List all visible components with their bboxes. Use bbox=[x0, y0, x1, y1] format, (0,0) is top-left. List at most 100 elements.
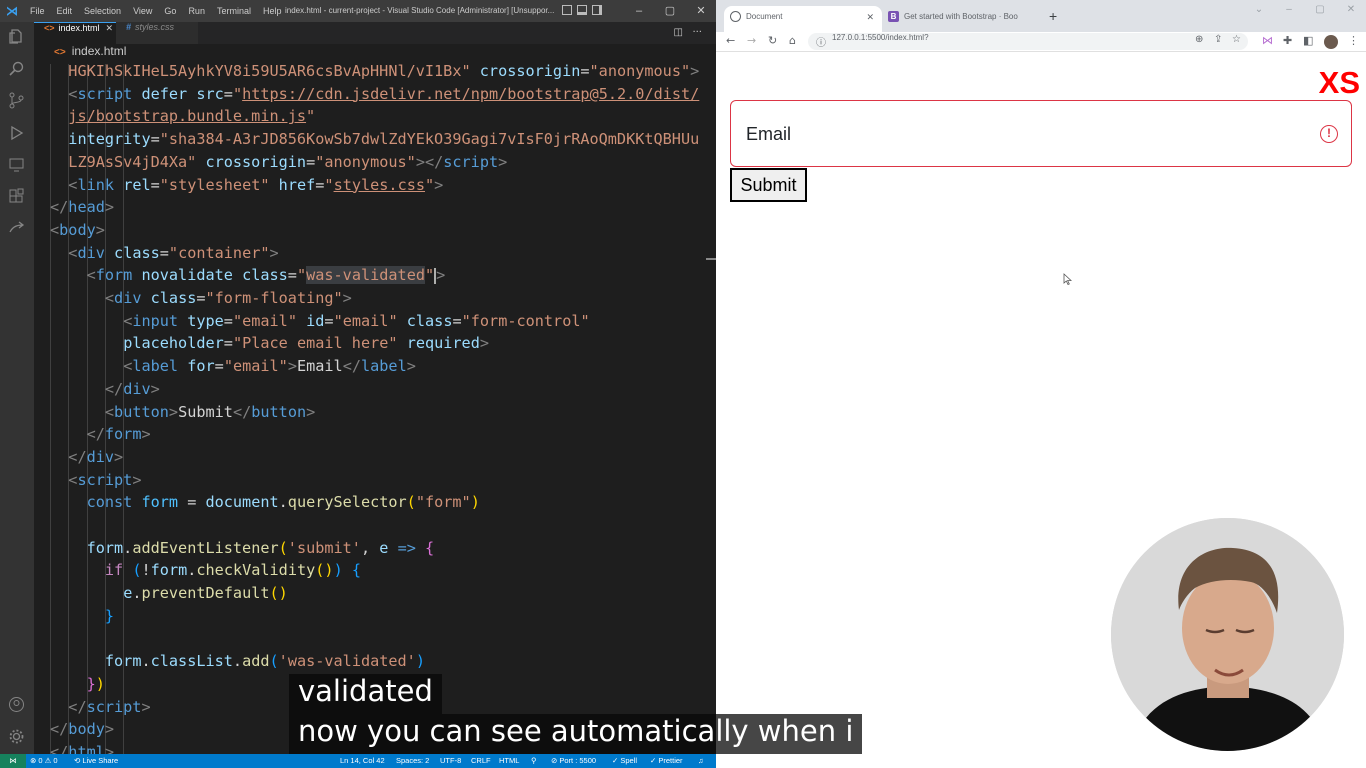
zoom-icon[interactable]: ⊕ bbox=[1195, 34, 1203, 45]
back-arrow-icon[interactable]: ← bbox=[726, 34, 735, 47]
close-tab-icon[interactable]: ✕ bbox=[866, 6, 874, 28]
code-line[interactable]: HGKIhSkIHeL5AyhkYV8i59U5AR6csBvApHHNl/vI… bbox=[68, 64, 699, 82]
code-line[interactable]: <script> bbox=[68, 469, 141, 491]
code-line[interactable]: form.addEventListener('submit', e => { bbox=[87, 537, 435, 559]
maximize-button[interactable]: ▢ bbox=[655, 0, 685, 22]
explorer-icon[interactable] bbox=[8, 28, 25, 45]
line-ending[interactable]: CRLF bbox=[471, 754, 491, 768]
prettier-status[interactable]: ✓ Prettier bbox=[650, 754, 683, 768]
remote-indicator[interactable]: ⋈ bbox=[0, 754, 26, 768]
run-debug-icon[interactable] bbox=[8, 124, 25, 141]
cursor-position[interactable]: Ln 14, Col 42 bbox=[340, 754, 385, 768]
problems-count[interactable]: ⊗ 0 ⚠ 0 bbox=[30, 754, 58, 768]
side-panel-icon[interactable]: ◧ bbox=[1303, 34, 1313, 47]
menu-view[interactable]: View bbox=[127, 0, 158, 22]
minimize-button[interactable]: – bbox=[1274, 4, 1304, 15]
live-share-status[interactable]: ⟲ Live Share bbox=[74, 754, 118, 768]
remote-explorer-icon[interactable] bbox=[8, 156, 25, 173]
code-line[interactable]: integrity="sha384-A3rJD856KowSb7dwlZdYEk… bbox=[68, 128, 699, 150]
tab-index-html[interactable]: <> index.html ✕ bbox=[34, 22, 116, 44]
menu-file[interactable]: File bbox=[24, 0, 51, 22]
live-share-icon[interactable] bbox=[8, 220, 25, 237]
url-text[interactable]: 127.0.0.1:5500/index.html? bbox=[832, 33, 929, 42]
code-line[interactable]: placeholder="Place email here" required> bbox=[123, 332, 489, 354]
format-icon[interactable]: ⚲ bbox=[531, 754, 537, 768]
menu-help[interactable]: Help bbox=[257, 0, 288, 22]
close-window-button[interactable]: ✕ bbox=[686, 0, 716, 22]
live-server-port[interactable]: ⊘ Port : 5500 bbox=[551, 754, 596, 768]
code-line[interactable]: <button>Submit</button> bbox=[105, 401, 315, 423]
code-line[interactable]: form.classList.add('was-validated') bbox=[105, 650, 425, 672]
code-line[interactable]: <body> bbox=[50, 219, 105, 241]
minimize-button[interactable]: – bbox=[624, 0, 654, 22]
close-window-button[interactable]: ✕ bbox=[1336, 4, 1366, 15]
browser-tab-bootstrap[interactable]: B Get started with Bootstrap · Boo bbox=[882, 6, 1042, 32]
close-tab-icon[interactable]: ✕ bbox=[106, 23, 114, 33]
menu-terminal[interactable]: Terminal bbox=[211, 0, 257, 22]
source-control-icon[interactable] bbox=[8, 92, 25, 109]
code-line[interactable]: <form novalidate class="was-validated" > bbox=[87, 264, 445, 286]
menu-go[interactable]: Go bbox=[158, 0, 182, 22]
extension-icon[interactable]: ⋈ bbox=[1262, 34, 1273, 47]
code-line[interactable]: <label for="email">Email</label> bbox=[123, 355, 416, 377]
submit-button[interactable]: Submit bbox=[730, 168, 807, 202]
code-line[interactable]: <link rel="stylesheet" href="styles.css"… bbox=[68, 174, 443, 196]
toggle-secondary-sidebar-icon[interactable] bbox=[592, 5, 602, 15]
code-line[interactable]: </body> bbox=[50, 718, 114, 740]
spell-check[interactable]: ✓ Spell bbox=[612, 754, 637, 768]
indentation[interactable]: Spaces: 2 bbox=[396, 754, 429, 768]
code-line[interactable]: <input type="email" id="email" class="fo… bbox=[123, 310, 589, 332]
scrollbar-marker[interactable] bbox=[706, 258, 716, 260]
profile-avatar[interactable] bbox=[1324, 35, 1338, 49]
code-line[interactable]: } bbox=[105, 605, 114, 627]
forward-arrow-icon[interactable]: → bbox=[747, 34, 756, 47]
home-icon[interactable]: ⌂ bbox=[789, 34, 796, 47]
settings-gear-icon[interactable] bbox=[8, 728, 25, 745]
code-line[interactable]: </div> bbox=[68, 446, 123, 468]
search-icon[interactable] bbox=[8, 60, 25, 77]
bookmark-star-icon[interactable]: ☆ bbox=[1232, 34, 1241, 45]
email-field[interactable]: Email ! bbox=[730, 100, 1352, 167]
caption-line-1: validated bbox=[289, 674, 442, 714]
chrome-menu-icon[interactable]: ⋮ bbox=[1348, 34, 1359, 47]
code-line[interactable]: if (!form.checkValidity()) { bbox=[105, 559, 361, 581]
share-icon[interactable]: ⇪ bbox=[1214, 34, 1222, 45]
menu-selection[interactable]: Selection bbox=[78, 0, 127, 22]
maximize-button[interactable]: ▢ bbox=[1305, 4, 1335, 15]
breadcrumb-file[interactable]: index.html bbox=[72, 44, 127, 58]
menu-run[interactable]: Run bbox=[182, 0, 211, 22]
code-line[interactable]: const form = document.querySelector("for… bbox=[87, 491, 480, 513]
code-line[interactable]: js/bootstrap.bundle.min.js" bbox=[68, 105, 315, 127]
accounts-icon[interactable] bbox=[8, 696, 25, 713]
code-line[interactable]: </head> bbox=[50, 196, 114, 218]
reload-icon[interactable]: ↻ bbox=[768, 34, 777, 47]
encoding[interactable]: UTF-8 bbox=[440, 754, 461, 768]
code-line[interactable]: </div> bbox=[105, 378, 160, 400]
code-line[interactable]: }) bbox=[87, 673, 105, 695]
menu-edit[interactable]: Edit bbox=[51, 0, 79, 22]
code-line[interactable]: LZ9AsSv4jD4Xa" crossorigin="anonymous"><… bbox=[68, 151, 507, 173]
code-line[interactable]: <script defer src="https://cdn.jsdelivr.… bbox=[68, 83, 699, 105]
code-line[interactable]: </form> bbox=[87, 423, 151, 445]
code-line[interactable]: <div class="container"> bbox=[68, 242, 278, 264]
code-line[interactable]: e.preventDefault() bbox=[123, 582, 288, 604]
notifications-bell-icon[interactable]: ♫ bbox=[698, 754, 704, 768]
address-bar[interactable]: ⓘ 127.0.0.1:5500/index.html? ⊕ ⇪ ☆ bbox=[808, 33, 1248, 50]
more-actions-icon[interactable]: ··· bbox=[692, 27, 702, 38]
toggle-sidebar-icon[interactable] bbox=[562, 5, 572, 15]
code-line[interactable]: </script> bbox=[68, 696, 150, 718]
code-editor[interactable]: HGKIhSkIHeL5AyhkYV8i59U5AR6csBvApHHNl/vI… bbox=[34, 64, 716, 754]
chevron-down-icon[interactable]: ⌄ bbox=[1244, 4, 1274, 15]
new-tab-button[interactable]: + bbox=[1049, 8, 1057, 24]
toggle-panel-icon[interactable] bbox=[577, 5, 587, 15]
code-token: > bbox=[479, 334, 489, 353]
tab-styles-css[interactable]: # styles.css bbox=[116, 22, 198, 44]
extensions-icon[interactable] bbox=[8, 188, 25, 205]
code-line[interactable]: </html> bbox=[50, 741, 114, 754]
puzzle-extensions-icon[interactable]: ✚ bbox=[1283, 34, 1292, 47]
code-line[interactable]: <div class="form-floating"> bbox=[105, 287, 352, 309]
browser-tab-document[interactable]: Document ✕ bbox=[724, 6, 882, 32]
language-mode[interactable]: HTML bbox=[499, 754, 519, 768]
info-icon[interactable]: ⓘ bbox=[816, 34, 826, 49]
split-editor-icon[interactable]: ◫ bbox=[673, 27, 682, 38]
